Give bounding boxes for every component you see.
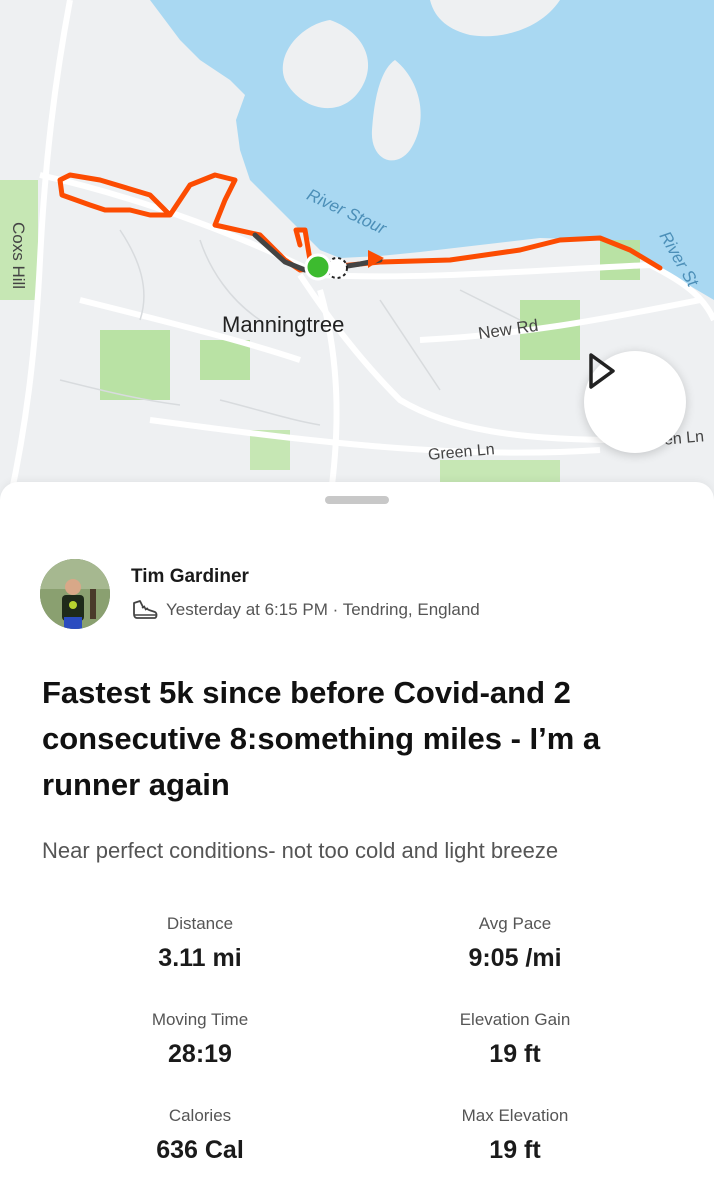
activity-description: Near perfect conditions- not too cold an…	[42, 838, 559, 863]
stat-label: Distance	[166, 914, 234, 933]
stat-value: 19 ft	[489, 1040, 541, 1068]
start-marker	[304, 253, 332, 281]
stat-label: Avg Pace	[478, 914, 552, 933]
stat-value: 19 ft	[489, 1136, 541, 1164]
avatar-image	[40, 559, 110, 629]
stat-value: 28:19	[168, 1040, 232, 1068]
activity-title: Fastest 5k since before Covid-and 2 cons…	[42, 675, 601, 802]
stat-avg-pace: Avg Pace 9:05 /mi	[365, 914, 665, 973]
road-label-coxs: Coxs Hill	[9, 222, 28, 290]
drag-handle[interactable]	[325, 496, 389, 504]
stat-elevation-gain: Elevation Gain 19 ft	[365, 1010, 665, 1069]
shoe-icon	[133, 600, 158, 619]
avatar[interactable]	[40, 559, 110, 629]
play-icon	[589, 353, 615, 389]
stat-distance: Distance 3.11 mi	[50, 914, 350, 973]
stat-label: Moving Time	[151, 1010, 249, 1029]
stat-label: Calories	[168, 1106, 232, 1125]
town-label: Manningtree	[222, 312, 345, 337]
stat-calories: Calories 636 Cal	[50, 1106, 350, 1165]
stat-label: Elevation Gain	[459, 1010, 571, 1029]
route-map[interactable]: Manningtree River Stour River St Coxs Hi…	[0, 0, 714, 500]
stat-label: Max Elevation	[461, 1106, 569, 1125]
stat-max-elevation: Max Elevation 19 ft	[365, 1106, 665, 1165]
play-button[interactable]	[584, 351, 686, 453]
park	[100, 330, 170, 400]
stat-value: 3.11 mi	[158, 944, 242, 972]
stat-moving-time: Moving Time 28:19	[50, 1010, 350, 1069]
activity-sheet: Tim Gardiner Yesterday at 6:15 PM · Tend…	[0, 482, 714, 1200]
athlete-name[interactable]: Tim Gardiner	[131, 566, 249, 588]
stat-value: 636 Cal	[156, 1136, 244, 1164]
activity-meta-text: Yesterday at 6:15 PM · Tendring, England	[166, 600, 480, 619]
activity-meta: Yesterday at 6:15 PM · Tendring, England	[131, 598, 480, 622]
park	[200, 340, 250, 380]
stat-value: 9:05 /mi	[468, 944, 562, 972]
